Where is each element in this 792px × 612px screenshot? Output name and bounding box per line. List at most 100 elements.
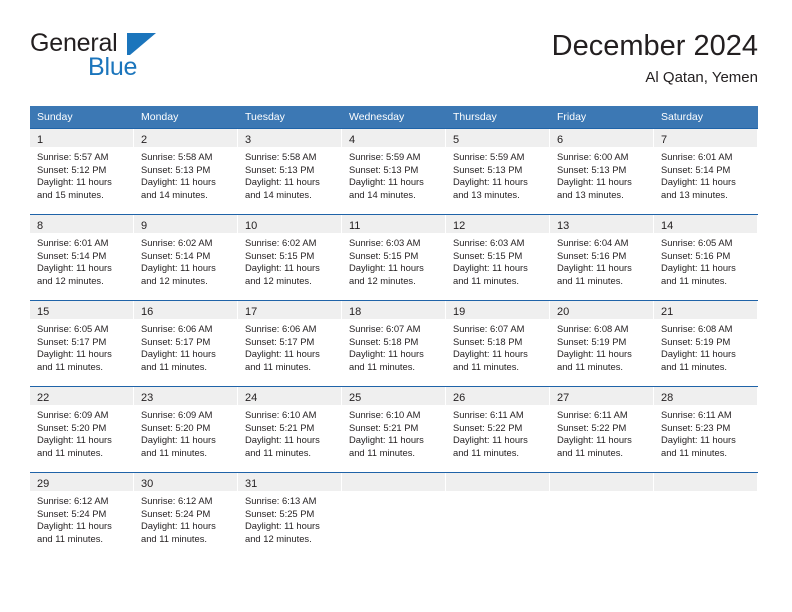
calendar-day-cell[interactable]: 1 Sunrise: 5:57 AM Sunset: 5:12 PM Daylight… xyxy=(30,128,134,214)
sunrise-text: Sunrise: 6:06 AM xyxy=(245,323,317,334)
sunrise-text: Sunrise: 6:03 AM xyxy=(453,237,525,248)
calendar-day-cell[interactable]: 14 Sunrise: 6:05 AM Sunset: 5:16 PM Dayligh… xyxy=(654,214,758,300)
calendar-day-cell[interactable]: 30 Sunrise: 6:12 AM Sunset: 5:24 PM Dayligh… xyxy=(134,472,238,548)
calendar-day-cell[interactable]: 16 Sunrise: 6:06 AM Sunset: 5:17 PM Dayligh… xyxy=(134,300,238,386)
calendar-day-cell[interactable]: 4 Sunrise: 5:59 AM Sunset: 5:13 PM Daylight… xyxy=(342,128,446,214)
daylight-text-line1: Daylight: 11 hours xyxy=(141,520,216,532)
calendar-day-cell[interactable]: 2 Sunrise: 5:58 AM Sunset: 5:13 PM Daylight… xyxy=(134,128,238,214)
sunrise-text: Sunrise: 6:11 AM xyxy=(557,409,628,420)
sunrise-text: Sunrise: 6:10 AM xyxy=(245,409,317,420)
day-number: 19 xyxy=(453,306,466,318)
daylight-text-line1: Daylight: 11 hours xyxy=(37,348,112,360)
daylight-text-line2: and 11 minutes. xyxy=(557,274,624,286)
sunrise-text: Sunrise: 6:12 AM xyxy=(37,495,109,506)
sunset-text: Sunset: 5:13 PM xyxy=(453,163,523,175)
title-block: December 2024 Al Qatan, Yemen xyxy=(552,28,758,89)
calendar-day-cell[interactable]: 13 Sunrise: 6:04 AM Sunset: 5:16 PM Dayligh… xyxy=(550,214,654,300)
day-number: 2 xyxy=(141,134,148,146)
calendar-day-cell[interactable]: 11 Sunrise: 6:03 AM Sunset: 5:15 PM Dayligh… xyxy=(342,214,446,300)
sunrise-text: Sunrise: 6:04 AM xyxy=(557,237,629,248)
daylight-text-line2: and 13 minutes. xyxy=(661,188,728,200)
calendar-day-cell[interactable]: 18 Sunrise: 6:07 AM Sunset: 5:18 PM Dayligh… xyxy=(342,300,446,386)
daylight-text-line1: Daylight: 11 hours xyxy=(661,176,736,188)
sunrise-text: Sunrise: 6:07 AM xyxy=(453,323,525,334)
sunset-text: Sunset: 5:22 PM xyxy=(557,421,627,433)
day-number: 30 xyxy=(141,478,154,490)
calendar-day-cell[interactable]: 15 Sunrise: 6:05 AM Sunset: 5:17 PM Dayligh… xyxy=(30,300,134,386)
calendar-header-row-group: Sunday Monday Tuesday Wednesday Thursday… xyxy=(30,106,758,128)
daylight-text-line1: Daylight: 11 hours xyxy=(453,262,528,274)
daylight-text-line2: and 11 minutes. xyxy=(37,446,104,458)
sunset-text: Sunset: 5:24 PM xyxy=(141,507,211,519)
calendar-week-row: 1 Sunrise: 5:57 AM Sunset: 5:12 PM Daylight… xyxy=(30,128,758,214)
day-number: 22 xyxy=(37,392,50,404)
calendar-day-cell[interactable]: 21 Sunrise: 6:08 AM Sunset: 5:19 PM Dayligh… xyxy=(654,300,758,386)
daylight-text-line1: Daylight: 11 hours xyxy=(141,434,216,446)
day-number: 28 xyxy=(661,392,674,404)
calendar-day-cell[interactable]: 8 Sunrise: 6:01 AM Sunset: 5:14 PM Daylight… xyxy=(30,214,134,300)
daylight-text-line1: Daylight: 11 hours xyxy=(245,434,320,446)
sunset-text: Sunset: 5:16 PM xyxy=(661,249,731,261)
calendar-day-cell[interactable]: 20 Sunrise: 6:08 AM Sunset: 5:19 PM Dayligh… xyxy=(550,300,654,386)
daylight-text-line2: and 14 minutes. xyxy=(349,188,416,200)
calendar-day-cell[interactable]: 9 Sunrise: 6:02 AM Sunset: 5:14 PM Daylight… xyxy=(134,214,238,300)
daylight-text-line1: Daylight: 11 hours xyxy=(349,434,424,446)
sunrise-text: Sunrise: 6:11 AM xyxy=(453,409,524,420)
day-number: 26 xyxy=(453,392,466,404)
calendar-day-cell[interactable]: 29 Sunrise: 6:12 AM Sunset: 5:24 PM Dayligh… xyxy=(30,472,134,548)
daylight-text-line1: Daylight: 11 hours xyxy=(349,176,424,188)
daylight-text-line2: and 11 minutes. xyxy=(661,274,728,286)
daylight-text-line2: and 11 minutes. xyxy=(37,360,104,372)
brand-logo[interactable]: General Blue xyxy=(30,28,260,90)
daylight-text-line2: and 12 minutes. xyxy=(349,274,416,286)
daylight-text-line1: Daylight: 11 hours xyxy=(245,348,320,360)
daylight-text-line1: Daylight: 11 hours xyxy=(661,348,736,360)
weekday-header-sunday: Sunday xyxy=(30,106,134,128)
daylight-text-line2: and 11 minutes. xyxy=(349,360,416,372)
day-number: 29 xyxy=(37,478,50,490)
daylight-text-line2: and 11 minutes. xyxy=(245,446,312,458)
daylight-text-line1: Daylight: 11 hours xyxy=(141,176,216,188)
day-number: 13 xyxy=(557,220,570,232)
page-header: General Blue December 2024 Al Qatan, Yem… xyxy=(30,28,758,98)
daylight-text-line2: and 14 minutes. xyxy=(245,188,312,200)
calendar-day-cell[interactable]: 26 Sunrise: 6:11 AM Sunset: 5:22 PM Dayligh… xyxy=(446,386,550,472)
calendar-day-cell[interactable]: 3 Sunrise: 5:58 AM Sunset: 5:13 PM Daylight… xyxy=(238,128,342,214)
daylight-text-line1: Daylight: 11 hours xyxy=(661,434,736,446)
calendar-table: Sunday Monday Tuesday Wednesday Thursday… xyxy=(30,106,758,548)
weekday-header-row: Sunday Monday Tuesday Wednesday Thursday… xyxy=(30,106,758,128)
calendar-day-cell[interactable]: 25 Sunrise: 6:10 AM Sunset: 5:21 PM Dayligh… xyxy=(342,386,446,472)
calendar-day-cell[interactable]: 31 Sunrise: 6:13 AM Sunset: 5:25 PM Dayligh… xyxy=(238,472,342,548)
sunset-text: Sunset: 5:17 PM xyxy=(37,335,107,347)
calendar-day-cell[interactable]: 22 Sunrise: 6:09 AM Sunset: 5:20 PM Dayligh… xyxy=(30,386,134,472)
day-number: 8 xyxy=(37,220,44,232)
sunrise-text: Sunrise: 6:12 AM xyxy=(141,495,213,506)
daylight-text-line2: and 11 minutes. xyxy=(453,446,520,458)
weekday-header-friday: Friday xyxy=(550,106,654,128)
daylight-text-line2: and 11 minutes. xyxy=(557,446,624,458)
calendar-body: 1 Sunrise: 5:57 AM Sunset: 5:12 PM Daylight… xyxy=(30,128,758,548)
calendar-week-row: 29 Sunrise: 6:12 AM Sunset: 5:24 PM Dayligh… xyxy=(30,472,758,548)
daylight-text-line1: Daylight: 11 hours xyxy=(349,262,424,274)
daylight-text-line1: Daylight: 11 hours xyxy=(245,262,320,274)
daylight-text-line2: and 11 minutes. xyxy=(661,446,728,458)
calendar-day-cell[interactable]: 10 Sunrise: 6:02 AM Sunset: 5:15 PM Dayligh… xyxy=(238,214,342,300)
calendar-day-cell[interactable]: 5 Sunrise: 5:59 AM Sunset: 5:13 PM Daylight… xyxy=(446,128,550,214)
sunset-text: Sunset: 5:21 PM xyxy=(245,421,315,433)
sunset-text: Sunset: 5:22 PM xyxy=(453,421,523,433)
weekday-header-thursday: Thursday xyxy=(446,106,550,128)
calendar-day-cell[interactable]: 19 Sunrise: 6:07 AM Sunset: 5:18 PM Dayligh… xyxy=(446,300,550,386)
calendar-day-cell[interactable]: 12 Sunrise: 6:03 AM Sunset: 5:15 PM Dayligh… xyxy=(446,214,550,300)
calendar-day-cell[interactable]: 23 Sunrise: 6:09 AM Sunset: 5:20 PM Dayligh… xyxy=(134,386,238,472)
calendar-day-cell[interactable]: 24 Sunrise: 6:10 AM Sunset: 5:21 PM Dayligh… xyxy=(238,386,342,472)
sunrise-text: Sunrise: 6:02 AM xyxy=(245,237,317,248)
calendar-day-cell[interactable]: 17 Sunrise: 6:06 AM Sunset: 5:17 PM Dayligh… xyxy=(238,300,342,386)
daylight-text-line1: Daylight: 11 hours xyxy=(37,262,112,274)
day-number: 12 xyxy=(453,220,466,232)
calendar-day-cell[interactable]: 28 Sunrise: 6:11 AM Sunset: 5:23 PM Dayligh… xyxy=(654,386,758,472)
calendar-day-cell[interactable]: 7 Sunrise: 6:01 AM Sunset: 5:14 PM Daylight… xyxy=(654,128,758,214)
sunrise-text: Sunrise: 6:00 AM xyxy=(557,151,629,162)
calendar-day-cell[interactable]: 6 Sunrise: 6:00 AM Sunset: 5:13 PM Daylight… xyxy=(550,128,654,214)
sunset-text: Sunset: 5:20 PM xyxy=(141,421,211,433)
calendar-day-cell[interactable]: 27 Sunrise: 6:11 AM Sunset: 5:22 PM Dayligh… xyxy=(550,386,654,472)
